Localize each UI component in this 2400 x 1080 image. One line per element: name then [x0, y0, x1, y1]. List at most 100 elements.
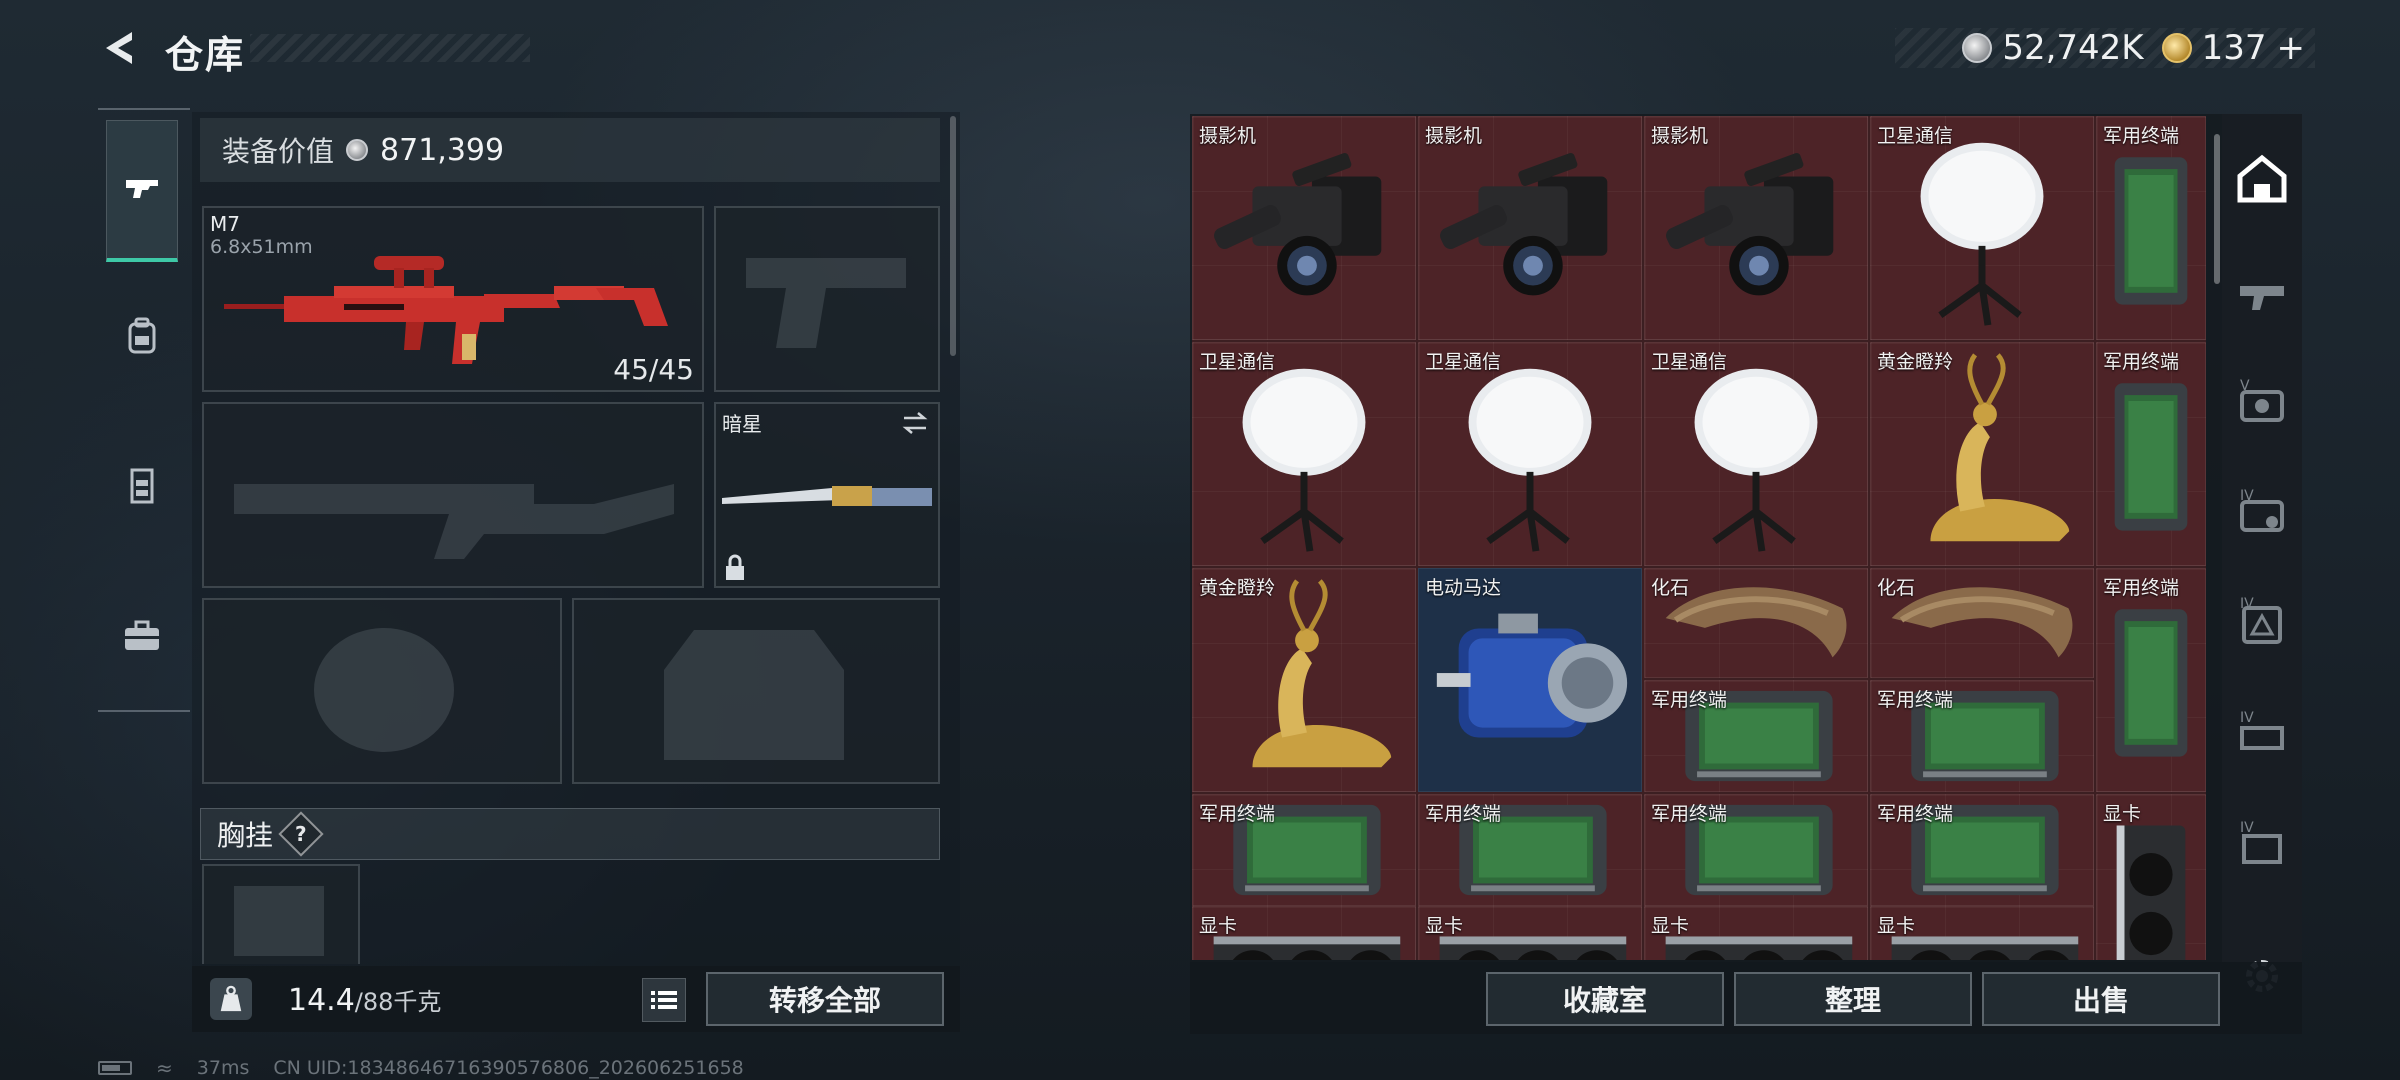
inventory-item[interactable]: 卫星通信 [1644, 342, 1868, 566]
inventory-item[interactable]: 摄影机 [1418, 116, 1642, 340]
terminal-icon [2114, 609, 2188, 757]
melee-slot[interactable]: 暗星 [714, 402, 940, 588]
pistol-placeholder-icon [746, 258, 906, 348]
chest-rig-label: 胸挂 [217, 819, 274, 852]
gazelle-icon [1252, 579, 1392, 768]
loadout-scrollbar[interactable] [950, 116, 956, 356]
dish-icon [1242, 368, 1366, 552]
add-gold-button[interactable]: + [2277, 28, 2306, 68]
category-tier-1[interactable] [2232, 264, 2292, 324]
inventory-grid: 摄影机 摄影机 摄影机 卫星通信 军用终端 卫星通信 卫星通信 卫星通信 黄金瞪羚 军用终端 黄金瞪… [1192, 116, 2206, 960]
tab-vest[interactable] [106, 450, 178, 522]
helmet-slot[interactable] [202, 598, 562, 784]
item-name: 显卡 [2103, 803, 2142, 825]
inventory-item[interactable]: 军用终端 [1870, 794, 2094, 906]
item-name: 显卡 [1877, 915, 1916, 937]
category-tier-4[interactable]: IV [2232, 594, 2292, 654]
pistol-slot[interactable] [714, 206, 940, 392]
inventory-item[interactable]: 电动马达 [1418, 568, 1642, 792]
battery-icon [98, 1061, 132, 1075]
swap-arrows-icon[interactable] [900, 410, 930, 436]
silver-currency[interactable]: 52,742K [1962, 28, 2144, 68]
inventory-item[interactable]: 显卡 [1644, 906, 1868, 960]
inventory-item[interactable]: 军用终端 [1644, 680, 1868, 792]
currency-bar: 52,742K 137 + [1895, 28, 2315, 68]
camera-icon [1440, 153, 1608, 296]
armor-slot[interactable] [572, 598, 940, 784]
inventory-item[interactable]: 黄金瞪羚 [1870, 342, 2094, 566]
equipment-value-amount: 871,399 [380, 132, 505, 168]
vehicle-box-icon: IV [2240, 710, 2284, 750]
gold-currency[interactable]: 137 + [2161, 28, 2306, 68]
item-name: 电动马达 [1425, 577, 1502, 599]
chest-rig-placeholder-icon [234, 886, 324, 956]
inventory-item[interactable]: 军用终端 [2096, 116, 2206, 340]
ping-value: 37ms [196, 1057, 250, 1079]
item-name: 军用终端 [1651, 689, 1728, 711]
sort-button[interactable]: 整理 [1734, 972, 1972, 1026]
category-all[interactable] [2232, 148, 2292, 208]
inventory-scrollbar[interactable] [2214, 134, 2220, 284]
inventory-item[interactable]: 卫星通信 [1418, 342, 1642, 566]
weight-icon [210, 978, 252, 1020]
melee-name: 暗星 [722, 412, 762, 436]
tab-backpack[interactable] [106, 300, 178, 372]
item-name: 军用终端 [1877, 689, 1954, 711]
gun-icon [126, 179, 158, 198]
gold-coin-icon [2161, 33, 2192, 63]
category-tier-3[interactable]: IV [2232, 484, 2292, 544]
dish-icon [1468, 368, 1592, 552]
gear-box-icon: IV [2240, 488, 2284, 532]
back-button[interactable] [98, 26, 142, 70]
inventory-item[interactable]: 卫星通信 [1870, 116, 2094, 340]
armor-placeholder-icon [664, 630, 844, 760]
help-icon[interactable]: ? [278, 811, 324, 857]
category-tier-6[interactable]: IV [2232, 814, 2292, 874]
inventory-item[interactable]: 卫星通信 [1192, 342, 1416, 566]
help-icon-glyph: ? [295, 821, 307, 846]
inventory-item[interactable]: 军用终端 [1870, 680, 2094, 792]
item-name: 黄金瞪羚 [1199, 577, 1276, 599]
hazard-box-icon: IV [2240, 596, 2282, 644]
item-name: 军用终端 [2103, 351, 2180, 373]
inventory-item[interactable]: 显卡 [1418, 906, 1642, 960]
primary-weapon-slot[interactable]: M7 6.8x51mm 45/45 [202, 206, 704, 392]
item-name: 显卡 [1651, 915, 1690, 937]
silver-coin-icon [1962, 33, 1993, 63]
list-icon [651, 991, 677, 1009]
svg-text:IV: IV [2240, 488, 2254, 504]
inventory-item[interactable]: 显卡 [1870, 906, 2094, 960]
inventory-item[interactable]: 军用终端 [2096, 568, 2206, 792]
tab-weapons[interactable] [106, 120, 178, 262]
category-tier-5[interactable]: IV [2232, 704, 2292, 764]
rifle-placeholder-icon [234, 484, 674, 559]
collection-room-button[interactable]: 收藏室 [1486, 972, 1724, 1026]
secondary-weapon-slot[interactable] [202, 402, 704, 588]
inventory-item[interactable]: 军用终端 [1418, 794, 1642, 906]
inventory-item[interactable]: 化石 [1644, 568, 1868, 678]
inventory-item[interactable]: 化石 [1870, 568, 2094, 678]
tab-case[interactable] [106, 600, 178, 672]
list-view-button[interactable] [642, 978, 686, 1022]
category-tier-2[interactable]: V [2232, 374, 2292, 434]
inventory-item[interactable]: 显卡 [2096, 794, 2206, 960]
dark-star-knife-icon [722, 486, 932, 506]
inventory-item[interactable]: 黄金瞪羚 [1192, 568, 1416, 792]
inventory-item[interactable]: 军用终端 [1192, 794, 1416, 906]
camera-icon [1214, 153, 1382, 296]
inventory-item[interactable]: 摄影机 [1644, 116, 1868, 340]
inventory-item[interactable]: 军用终端 [2096, 342, 2206, 566]
inventory-item[interactable]: 显卡 [1192, 906, 1416, 960]
page-title: 仓库 [165, 33, 246, 77]
sell-button[interactable]: 出售 [1982, 972, 2220, 1026]
item-name: 黄金瞪羚 [1877, 351, 1954, 373]
item-name: 军用终端 [1425, 803, 1502, 825]
inventory-item[interactable]: 军用终端 [1644, 794, 1868, 906]
chest-rig-slot[interactable] [202, 864, 360, 964]
item-name: 卫星通信 [1425, 351, 1502, 373]
inventory-item[interactable]: 摄影机 [1192, 116, 1416, 340]
weight-current: 14.4 [288, 983, 355, 1018]
item-name: 显卡 [1199, 915, 1238, 937]
transfer-all-button[interactable]: 转移全部 [706, 972, 944, 1026]
crate-icon: IV [2240, 820, 2282, 864]
